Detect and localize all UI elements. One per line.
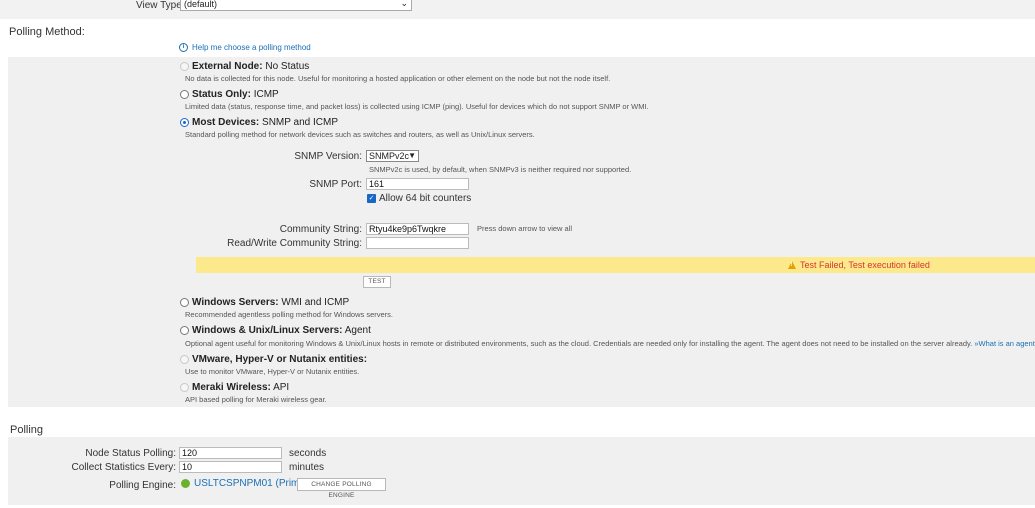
help-choose-polling-link[interactable]: i Help me choose a polling method <box>179 43 311 52</box>
snmp-version-value: SNMPv2c <box>369 151 410 161</box>
polling-engine-label: Polling Engine: <box>109 480 176 491</box>
option-desc-agent: Optional agent useful for monitoring Win… <box>185 339 1035 348</box>
allow-64bit-checkbox-row[interactable]: ✓ Allow 64 bit counters <box>367 193 471 204</box>
option-external-node[interactable]: External Node: No Status <box>180 61 309 72</box>
node-status-unit: seconds <box>289 448 327 459</box>
radio-external-node[interactable] <box>180 62 189 71</box>
radio-meraki[interactable] <box>180 383 189 392</box>
radio-status-only[interactable] <box>180 90 189 99</box>
node-status-polling-input[interactable]: 120 <box>179 447 282 459</box>
option-title: External Node: <box>192 61 263 72</box>
what-is-agent-link[interactable]: »What is an agent? <box>974 339 1035 348</box>
option-desc: Optional agent useful for monitoring Win… <box>185 339 973 348</box>
option-title: VMware, Hyper-V or Nutanix entities: <box>192 354 368 365</box>
snmp-version-select[interactable]: SNMPv2c ▼ <box>366 150 419 162</box>
snmp-port-label: SNMP Port: <box>309 179 362 190</box>
snmp-port-input[interactable]: 161 <box>366 178 469 190</box>
allow-64bit-checkbox[interactable]: ✓ <box>367 194 376 203</box>
chevron-down-icon: ▼ <box>408 151 416 160</box>
option-vmware[interactable]: VMware, Hyper-V or Nutanix entities: <box>180 354 367 365</box>
test-result-text: Test Failed, Test execution failed <box>800 260 930 270</box>
snmp-version-label: SNMP Version: <box>294 151 362 162</box>
option-subtitle: ICMP <box>253 89 279 100</box>
status-up-icon <box>181 479 190 488</box>
option-title: Windows Servers: <box>192 297 279 308</box>
option-title: Meraki Wireless: <box>192 382 271 393</box>
rw-community-string-label: Read/Write Community String: <box>227 238 362 249</box>
chevron-down-icon: ⌄ <box>400 0 408 8</box>
option-status-only[interactable]: Status Only: ICMP <box>180 89 279 100</box>
community-string-hint: Press down arrow to view all <box>477 224 573 233</box>
info-icon: i <box>179 43 188 52</box>
help-link-text: Help me choose a polling method <box>192 43 311 52</box>
change-polling-engine-button[interactable]: CHANGE POLLING ENGINE <box>297 478 386 499</box>
option-subtitle: API <box>273 382 290 393</box>
option-title: Windows & Unix/Linux Servers: <box>192 325 343 336</box>
test-result-message: ! Test Failed, Test execution failed <box>788 260 930 270</box>
view-type-select[interactable]: (default) ⌄ <box>180 0 412 11</box>
collect-statistics-unit: minutes <box>289 462 325 473</box>
option-subtitle: No Status <box>265 61 310 72</box>
view-type-value: (default) <box>184 0 218 9</box>
rw-community-string-input[interactable] <box>366 237 469 249</box>
option-desc: Recommended agentless polling method for… <box>185 310 394 319</box>
option-desc: Use to monitor VMware, Hyper-V or Nutani… <box>185 367 360 376</box>
radio-most-devices[interactable] <box>180 118 189 127</box>
collect-statistics-label: Collect Statistics Every: <box>71 462 176 473</box>
option-meraki[interactable]: Meraki Wireless: API <box>180 382 289 393</box>
option-windows-servers[interactable]: Windows Servers: WMI and ICMP <box>180 297 349 308</box>
option-subtitle: SNMP and ICMP <box>262 117 338 128</box>
option-desc: Limited data (status, response time, and… <box>185 102 649 111</box>
option-desc: No data is collected for this node. Usef… <box>185 74 611 83</box>
option-subtitle: WMI and ICMP <box>281 297 350 308</box>
option-title: Status Only: <box>192 89 251 100</box>
option-subtitle: Agent <box>344 325 371 336</box>
node-status-polling-label: Node Status Polling: <box>85 448 176 459</box>
option-desc: API based polling for Meraki wireless ge… <box>185 395 327 404</box>
test-button[interactable]: TEST <box>363 276 391 288</box>
option-most-devices[interactable]: Most Devices: SNMP and ICMP <box>180 117 338 128</box>
snmp-version-note: SNMPv2c is used, by default, when SNMPv3… <box>369 165 632 174</box>
option-agent[interactable]: Windows & Unix/Linux Servers: Agent <box>180 325 371 336</box>
option-title: Most Devices: <box>192 117 260 128</box>
view-type-label: View Type <box>136 0 182 11</box>
option-desc: Standard polling method for network devi… <box>185 130 535 139</box>
allow-64bit-label: Allow 64 bit counters <box>379 193 472 204</box>
radio-windows-servers[interactable] <box>180 298 189 307</box>
collect-statistics-input[interactable]: 10 <box>179 461 282 473</box>
community-string-label: Community String: <box>279 224 362 235</box>
community-string-input[interactable]: Rtyu4ke9p6Twqkre <box>366 223 469 235</box>
radio-vmware[interactable] <box>180 355 189 364</box>
polling-heading: Polling <box>10 424 44 436</box>
radio-agent[interactable] <box>180 326 189 335</box>
polling-method-heading: Polling Method: <box>9 26 85 38</box>
warning-icon: ! <box>788 261 796 269</box>
